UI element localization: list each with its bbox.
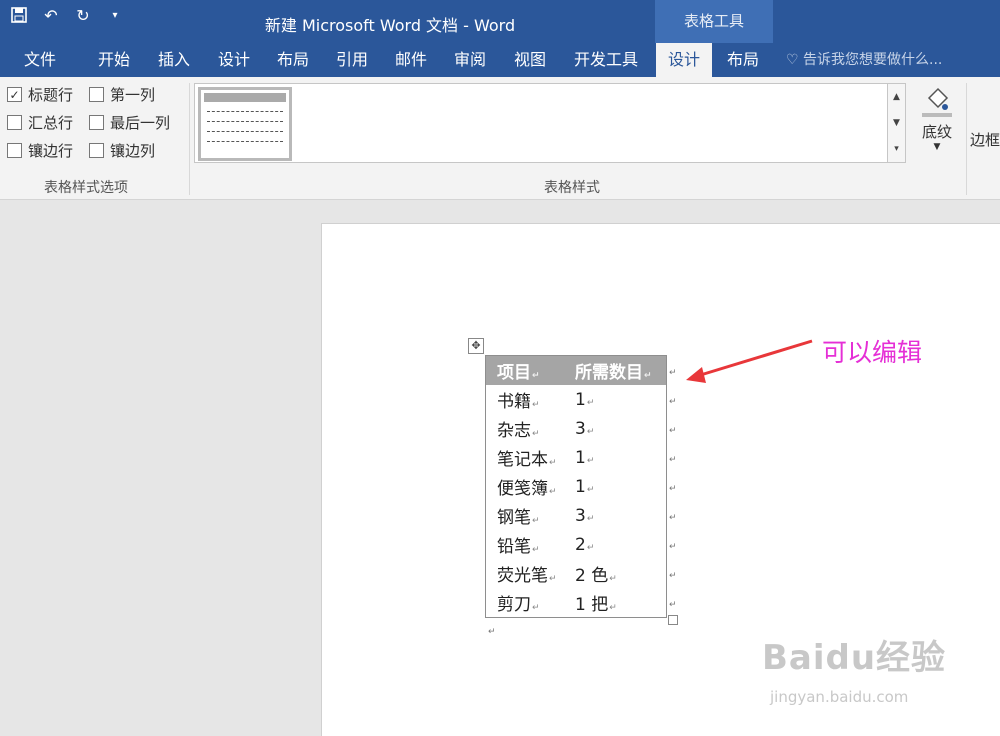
row-end-mark: ↵ [669,542,677,552]
checkbox-box [89,143,104,158]
paint-bucket-icon [914,83,960,121]
table-tools-group: 表格工具 [655,0,773,43]
group-divider [189,83,190,195]
scroll-down-icon[interactable]: ▼ [888,110,905,136]
row-end-mark: ↵ [669,426,677,436]
table-header-cell[interactable]: 所需数目↵ [564,358,652,383]
gallery-more-icon[interactable]: ▾ [888,136,905,162]
checkbox-box [89,87,104,102]
table-cell[interactable]: 铅笔↵ [486,532,564,557]
lightbulb-icon: ♡ [786,52,799,68]
row-end-mark: ↵ [669,397,677,407]
table-row: 钢笔↵ 3↵ [486,501,666,530]
table-cell[interactable]: 剪刀↵ [486,590,564,615]
table-row: 杂志↵ 3↵ [486,414,666,443]
tab-home[interactable]: 开始 [86,43,142,77]
checkbox-label: 最后一列 [110,114,171,132]
row-end-mark: ↵ [669,455,677,465]
annotation-arrow [686,339,813,383]
tell-me-placeholder: 告诉我您想要做什么... [803,52,943,68]
tab-design[interactable]: 设计 [206,43,262,77]
table-cell[interactable]: 1↵ [564,390,594,410]
table-header-row: 项目↵ 所需数目↵ [486,356,666,385]
table-style-options-label: 表格样式选项 [44,180,128,196]
table-styles-label: 表格样式 [544,180,600,196]
shading-label: 底纹 [921,123,952,141]
tab-file[interactable]: 文件 [14,43,66,77]
group-divider [966,83,967,195]
checkbox-label: 汇总行 [28,114,74,132]
table-cell[interactable]: 笔记本↵ [486,445,564,470]
scroll-up-icon[interactable]: ▲ [888,84,905,110]
row-end-mark: ↵ [669,571,677,581]
table-resize-handle[interactable] [668,615,678,625]
tab-table-design[interactable]: 设计 [656,43,712,77]
table-style-thumbnail[interactable] [198,87,292,161]
checkbox-label: 第一列 [110,86,156,104]
table-row: 笔记本↵ 1↵ [486,443,666,472]
checkbox-label: 标题行 [28,86,74,104]
tab-developer[interactable]: 开发工具 [566,43,646,77]
table-row: 荧光笔↵ 2 色↵ [486,559,666,588]
checkbox-label: 镶边行 [28,142,74,160]
row-end-mark: ↵ [669,484,677,494]
table-cell[interactable]: 杂志↵ [486,416,564,441]
header-row-checkbox[interactable]: ✓ 标题行 [7,84,73,105]
total-row-checkbox[interactable]: 汇总行 [7,112,73,133]
tab-layout[interactable]: 布局 [265,43,321,77]
last-column-checkbox[interactable]: 最后一列 [89,112,170,133]
borders-button[interactable]: 边框 [970,129,1000,150]
paragraph-mark: ↵ [488,627,496,637]
row-end-mark: ↵ [669,513,677,523]
title-bar: ↶ ↻ ▾ 新建 Microsoft Word 文档 - Word 表格工具 [0,0,1000,43]
checkbox-box [7,115,22,130]
banded-rows-checkbox[interactable]: 镶边行 [7,140,73,161]
tab-table-layout[interactable]: 布局 [715,43,771,77]
table-cell[interactable]: 1↵ [564,477,594,497]
table-move-handle-icon[interactable]: ✥ [468,338,484,354]
dropdown-icon: ▼ [933,142,941,152]
baidu-watermark: Baidu经验 [762,638,947,678]
checkmark-icon: ✓ [7,87,22,102]
shading-button[interactable]: 底纹 ▼ [914,83,960,152]
table-cell[interactable]: 荧光笔↵ [486,561,564,586]
tab-mailings[interactable]: 邮件 [383,43,439,77]
ribbon: ✓ 标题行 第一列 汇总行 最后一列 镶边行 镶边列 表格样式选项 ▲ ▼ ▾ 表… [0,77,1000,200]
checkbox-box [7,143,22,158]
table-cell[interactable]: 3↵ [564,506,594,526]
table-cell[interactable]: 3↵ [564,419,594,439]
table-cell[interactable]: 钢笔↵ [486,503,564,528]
table-cell[interactable]: 2 色↵ [564,561,617,586]
annotation-text: 可以编辑 [822,338,923,367]
table-header-cell[interactable]: 项目↵ [486,358,564,383]
table-cell[interactable]: 1↵ [564,448,594,468]
checkbox-label: 镶边列 [110,142,156,160]
table-row: 书籍↵ 1↵ [486,385,666,414]
table-row: 剪刀↵ 1 把↵ [486,588,666,617]
row-end-mark: ↵ [669,600,677,610]
ribbon-tabs: 文件 开始 插入 设计 布局 引用 邮件 审阅 视图 开发工具 设计 布局 ♡ … [0,43,1000,77]
table-cell[interactable]: 便笺簿↵ [486,474,564,499]
tab-insert[interactable]: 插入 [146,43,202,77]
gallery-scroll: ▲ ▼ ▾ [887,84,905,162]
tab-review[interactable]: 审阅 [442,43,498,77]
checkbox-box [89,115,104,130]
data-table[interactable]: 项目↵ 所需数目↵ 书籍↵ 1↵ 杂志↵ 3↵ 笔记本↵ 1↵ 便笺簿↵ 1↵ … [485,355,667,618]
table-styles-gallery[interactable]: ▲ ▼ ▾ [194,83,906,163]
banded-columns-checkbox[interactable]: 镶边列 [89,140,155,161]
watermark-url: jingyan.baidu.com [770,688,909,706]
row-end-mark: ↵ [669,368,677,378]
first-column-checkbox[interactable]: 第一列 [89,84,155,105]
table-cell[interactable]: 书籍↵ [486,387,564,412]
table-row: 便笺簿↵ 1↵ [486,472,666,501]
tell-me-input[interactable]: ♡ 告诉我您想要做什么... [786,43,942,77]
tab-references[interactable]: 引用 [324,43,380,77]
table-cell[interactable]: 1 把↵ [564,590,617,615]
tab-view[interactable]: 视图 [502,43,558,77]
table-cell[interactable]: 2↵ [564,535,594,555]
table-row: 铅笔↵ 2↵ [486,530,666,559]
